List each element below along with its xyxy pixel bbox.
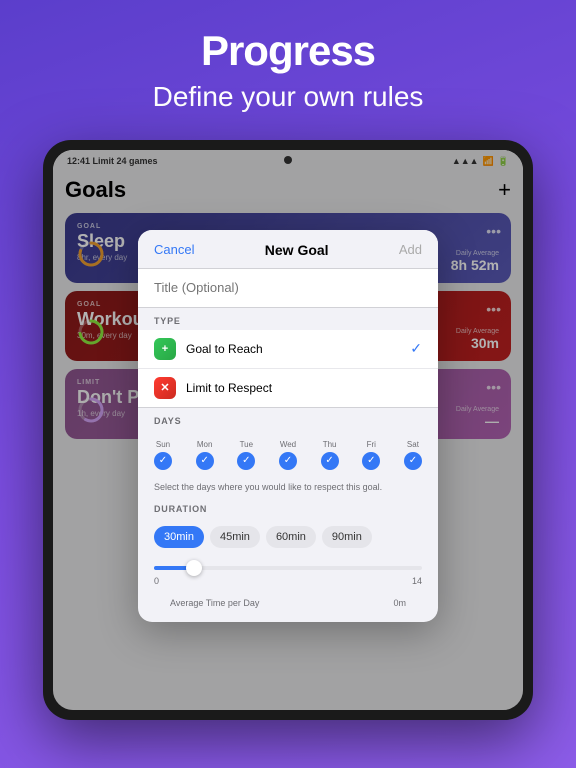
slider-section: 0 14 bbox=[138, 556, 438, 594]
day-sun[interactable]: Sun ✓ bbox=[154, 440, 172, 470]
limit-type-label: Limit to Respect bbox=[186, 381, 422, 395]
day-sat-check: ✓ bbox=[404, 452, 422, 470]
type-option-goal[interactable]: + Goal to Reach ✓ bbox=[138, 330, 438, 369]
device-screen: 12:41 Limit 24 games ▲▲▲ 📶 🔋 Goals + GOA… bbox=[53, 150, 523, 710]
type-option-limit[interactable]: ✕ Limit to Respect bbox=[138, 369, 438, 407]
day-sat[interactable]: Sat ✓ bbox=[404, 440, 422, 470]
day-thu-check: ✓ bbox=[321, 452, 339, 470]
slider-track[interactable] bbox=[154, 566, 422, 570]
days-note: Select the days where you would like to … bbox=[138, 478, 438, 496]
duration-60min[interactable]: 60min bbox=[266, 526, 316, 548]
modal-header: Cancel New Goal Add bbox=[138, 230, 438, 269]
duration-30min[interactable]: 30min bbox=[154, 526, 204, 548]
day-fri-label: Fri bbox=[367, 440, 376, 449]
slider-min: 0 bbox=[154, 576, 159, 586]
slider-max: 14 bbox=[412, 576, 422, 586]
duration-45min[interactable]: 45min bbox=[210, 526, 260, 548]
duration-section: 30min 45min 60min 90min bbox=[138, 518, 438, 556]
day-mon-label: Mon bbox=[197, 440, 213, 449]
type-options: + Goal to Reach ✓ ✕ Limit to Respect bbox=[138, 330, 438, 408]
day-thu[interactable]: Thu ✓ bbox=[321, 440, 339, 470]
goal-type-check: ✓ bbox=[410, 340, 422, 357]
header: Progress Define your own rules bbox=[0, 0, 576, 130]
goal-type-icon: + bbox=[154, 338, 176, 360]
day-wed[interactable]: Wed ✓ bbox=[279, 440, 297, 470]
modal-input-section bbox=[138, 269, 438, 308]
page-subtitle: Define your own rules bbox=[20, 80, 556, 114]
day-wed-label: Wed bbox=[280, 440, 296, 449]
duration-options: 30min 45min 60min 90min bbox=[154, 526, 422, 548]
day-fri-check: ✓ bbox=[362, 452, 380, 470]
new-goal-modal: Cancel New Goal Add TYPE + Goal to Reach bbox=[138, 230, 438, 622]
title-input[interactable] bbox=[154, 280, 422, 295]
days-section: Sun ✓ Mon ✓ Tue ✓ bbox=[138, 430, 438, 478]
day-sun-check: ✓ bbox=[154, 452, 172, 470]
day-wed-check: ✓ bbox=[279, 452, 297, 470]
device-wrapper: 12:41 Limit 24 games ▲▲▲ 📶 🔋 Goals + GOA… bbox=[0, 140, 576, 720]
day-tue-label: Tue bbox=[240, 440, 254, 449]
day-tue[interactable]: Tue ✓ bbox=[237, 440, 255, 470]
day-thu-label: Thu bbox=[323, 440, 337, 449]
avg-row: Average Time per Day 0m bbox=[138, 594, 438, 622]
modal-add-button[interactable]: Add bbox=[399, 242, 422, 257]
day-sat-label: Sat bbox=[407, 440, 419, 449]
page-title: Progress bbox=[20, 28, 556, 74]
limit-type-icon: ✕ bbox=[154, 377, 176, 399]
day-tue-check: ✓ bbox=[237, 452, 255, 470]
modal-overlay[interactable]: Cancel New Goal Add TYPE + Goal to Reach bbox=[53, 150, 523, 710]
avg-time-label: Average Time per Day bbox=[154, 596, 275, 614]
avg-time-value: 0m bbox=[377, 596, 422, 614]
day-mon-check: ✓ bbox=[196, 452, 214, 470]
type-section-label: TYPE bbox=[138, 308, 438, 330]
duration-90min[interactable]: 90min bbox=[322, 526, 372, 548]
modal-cancel-button[interactable]: Cancel bbox=[154, 242, 194, 257]
days-row: Sun ✓ Mon ✓ Tue ✓ bbox=[154, 440, 422, 470]
days-section-label: DAYS bbox=[138, 408, 438, 430]
day-sun-label: Sun bbox=[156, 440, 170, 449]
ipad-device: 12:41 Limit 24 games ▲▲▲ 📶 🔋 Goals + GOA… bbox=[43, 140, 533, 720]
modal-title: New Goal bbox=[265, 242, 329, 258]
slider-values: 0 14 bbox=[154, 576, 422, 586]
day-fri[interactable]: Fri ✓ bbox=[362, 440, 380, 470]
duration-section-label: DURATION bbox=[138, 496, 438, 518]
slider-thumb[interactable] bbox=[186, 560, 202, 576]
day-mon[interactable]: Mon ✓ bbox=[196, 440, 214, 470]
goal-type-label: Goal to Reach bbox=[186, 342, 410, 356]
